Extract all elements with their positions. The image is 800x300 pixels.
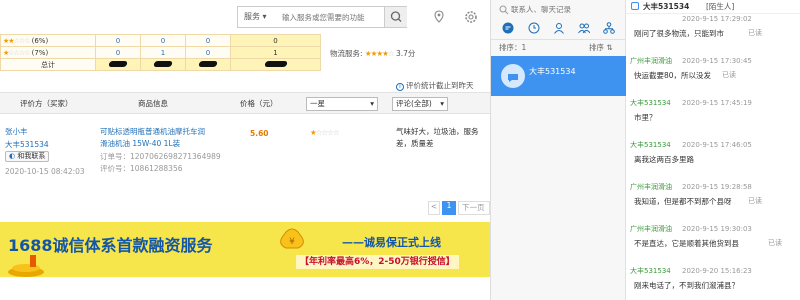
search-icon xyxy=(499,5,509,15)
sort-button[interactable]: 排序 ⇅ xyxy=(589,42,613,53)
contact-item-selected[interactable]: 大丰531534 xyxy=(491,56,626,96)
column-reviewer: 评价方（买家） xyxy=(20,99,73,108)
review-date: 2020-10-15 08:42:03 xyxy=(5,167,85,176)
info-icon: i xyxy=(396,83,404,91)
stats-row: ★★☆☆☆ (6%) 0 0 0 0 xyxy=(0,34,321,47)
column-product: 商品信息 xyxy=(138,99,168,108)
gear-icon[interactable] xyxy=(463,9,479,25)
screen: 服务 ▾ ★★☆☆☆ (6%) 0 0 0 0 ★☆☆☆☆ (7%) 0 1 0… xyxy=(0,0,800,300)
chevron-down-icon: ▾ xyxy=(370,99,374,108)
contact-name: 大丰531534 xyxy=(529,67,576,76)
banner-subtitle: ——诚易保正式上线 xyxy=(342,236,441,249)
search-box: 服务 ▾ xyxy=(237,6,407,28)
price-value: 5.60 xyxy=(250,129,269,138)
redaction-mark xyxy=(198,60,218,67)
prev-page-button[interactable]: < xyxy=(428,201,440,215)
conversation-panel: 大丰531534 [陌生人] 2020-9-15 17:29:02 刚问了很多物… xyxy=(626,0,800,300)
review-stars: ★☆☆☆☆ xyxy=(310,128,340,137)
star-rating: ★☆☆☆☆ xyxy=(3,48,30,57)
conversation-title: 大丰531534 xyxy=(643,2,690,11)
stats-total-row: 总计 xyxy=(0,58,321,71)
promo-banner[interactable]: ¥ 1688诚信体系首款融资服务 ——诚易保正式上线 【年利率最高6%，2-50… xyxy=(0,222,490,277)
redaction-mark xyxy=(108,60,128,67)
logistics-rating: 物流服务: ★★★★☆ 3.7分 xyxy=(330,49,416,58)
avatar xyxy=(501,64,525,88)
chat-bubble-icon[interactable] xyxy=(502,22,514,34)
rating-filter-dropdown[interactable]: 一星 ▾ xyxy=(306,97,378,111)
search-scope-select[interactable]: 服务 ▾ xyxy=(238,7,280,27)
review-number: 评价号：10861288356 xyxy=(100,164,183,173)
page-1-button[interactable]: 1 xyxy=(442,201,456,215)
chat-search-box xyxy=(497,2,620,18)
order-number: 订单号：1207062698271364989 xyxy=(100,152,221,161)
search-icon xyxy=(390,11,402,22)
contact-icon[interactable] xyxy=(553,22,565,34)
stats-hint: i 评价统计截止到昨天 xyxy=(396,80,474,91)
money-bag-icon: ¥ xyxy=(280,228,304,249)
chat-tab-bar xyxy=(491,18,626,40)
chat-search-input[interactable] xyxy=(511,3,616,16)
search-button[interactable] xyxy=(384,7,407,27)
product-title-link-2[interactable]: 滑油机油 15W-40 1L装 xyxy=(100,138,180,149)
top-bar: 服务 ▾ xyxy=(0,0,490,32)
contact-button[interactable]: ◐ 和我联系 xyxy=(5,151,50,162)
stats-row: ★☆☆☆☆ (7%) 0 1 0 1 xyxy=(0,46,321,59)
logistics-stars: ★★★★☆ xyxy=(364,49,395,58)
chat-icon: ◐ xyxy=(9,152,16,160)
review-row: 张小丰 大丰531534 ◐ 和我联系 2020-10-15 08:42:03 … xyxy=(0,114,490,184)
redaction-mark xyxy=(263,60,288,67)
chat-window: 排序：1 排序 ⇅ 大丰531534 大丰531534 [陌生人] 2020-9… xyxy=(490,0,800,300)
review-filter-dropdown[interactable]: 评论(全部) ▾ xyxy=(392,97,448,111)
rating-stats-table: ★★☆☆☆ (6%) 0 0 0 0 ★☆☆☆☆ (7%) 0 1 0 1 总计 xyxy=(0,34,321,71)
org-chart-icon[interactable] xyxy=(603,22,615,34)
svg-text:¥: ¥ xyxy=(289,237,295,247)
banner-rate: 【年利率最高6%，2-50万银行授信】 xyxy=(296,255,459,269)
next-page-button[interactable]: 下一页 xyxy=(458,201,490,215)
redaction-mark xyxy=(153,60,173,67)
review-comment: 气味好大，垃圾油，服务 xyxy=(396,127,479,136)
column-price: 价格（元） xyxy=(240,99,278,108)
review-page: 服务 ▾ ★★☆☆☆ (6%) 0 0 0 0 ★☆☆☆☆ (7%) 0 1 0… xyxy=(0,0,490,300)
conversation-header: 大丰531534 [陌生人] xyxy=(626,0,800,14)
chevron-down-icon: ▾ xyxy=(440,99,444,108)
banner-headline: 1688诚信体系首款融资服务 xyxy=(8,236,213,255)
contact-panel: 排序：1 排序 ⇅ 大丰531534 xyxy=(491,0,626,300)
location-icon[interactable] xyxy=(431,9,447,25)
review-comment-2: 差，质量差 xyxy=(396,139,434,148)
product-title-link[interactable]: 可贴标透明瓶普通机油摩托车润 xyxy=(100,126,205,137)
window-icon xyxy=(631,2,639,10)
buyer-shop-link[interactable]: 大丰531534 xyxy=(5,139,49,150)
clock-icon[interactable] xyxy=(528,22,540,34)
search-input[interactable] xyxy=(282,7,384,27)
sort-count: 排序：1 xyxy=(499,43,527,52)
buyer-name[interactable]: 张小丰 xyxy=(5,126,28,137)
star-rating: ★★☆☆☆ xyxy=(3,36,30,45)
group-icon[interactable] xyxy=(578,22,590,34)
stranger-tag: [陌生人] xyxy=(706,2,735,11)
